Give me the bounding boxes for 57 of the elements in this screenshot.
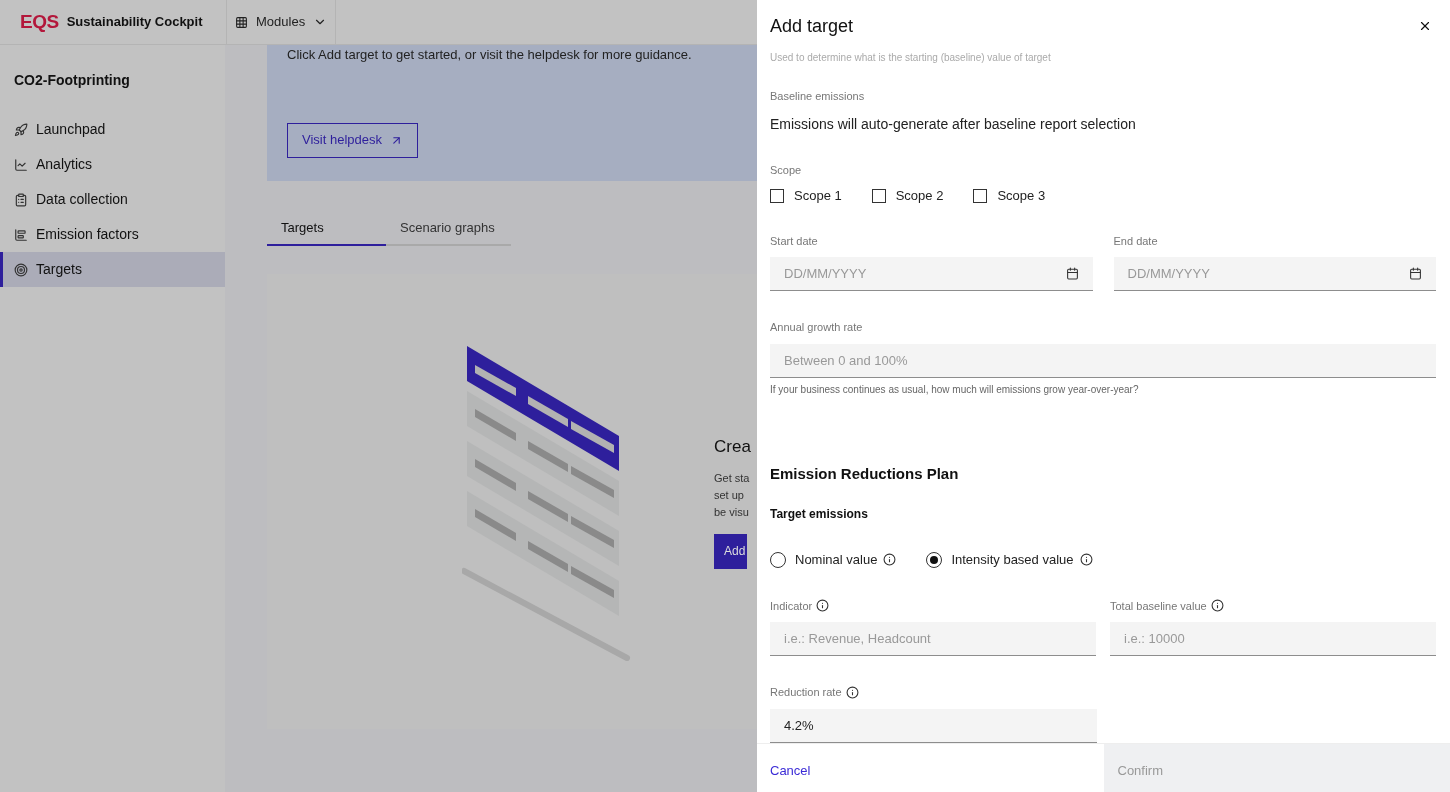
field-label: Annual growth rate: [770, 320, 863, 335]
subsection-title: Target emissions: [770, 506, 869, 523]
info-icon[interactable]: [1079, 553, 1093, 567]
calendar-icon[interactable]: [1065, 267, 1079, 280]
input-field[interactable]: Between 0 and 100%: [770, 343, 1436, 378]
empty-state-text: set up: [714, 487, 744, 503]
add-target-button[interactable]: Add: [714, 533, 748, 569]
radio-option[interactable]: Intensity based value: [926, 550, 1074, 570]
section-title: Emission Reductions Plan: [770, 463, 960, 484]
helper-text: Used to determine what is the starting (baseline) value of target: [770, 52, 1052, 64]
info-icon[interactable]: [883, 553, 897, 567]
dialog-title: Add target: [770, 14, 854, 38]
input-field[interactable]: 4.2%: [770, 708, 1097, 743]
field-label: Reduction rate: [770, 685, 842, 700]
tab[interactable]: Targets: [267, 211, 386, 246]
modules-menu[interactable]: Modules: [226, 0, 337, 44]
field-label: Start date: [770, 233, 818, 249]
field-label: Scope: [770, 162, 803, 178]
sidebar-item[interactable]: Analytics: [0, 147, 225, 182]
target-icon: [14, 262, 28, 277]
sidebar-item[interactable]: Targets: [0, 252, 225, 287]
baseline-text: Emissions will auto-generate after baseline report selection: [770, 114, 1137, 134]
field-label: Total baseline value: [1110, 598, 1207, 614]
grid-icon: [235, 15, 248, 29]
scope-checkbox[interactable]: Scope 2: [871, 186, 944, 206]
field-label: End date: [1113, 233, 1158, 249]
field-label: Baseline emissions: [770, 89, 866, 104]
info-icon[interactable]: [816, 599, 830, 613]
info-icon[interactable]: [1210, 599, 1224, 613]
sidebar-item[interactable]: Emission factors: [0, 217, 225, 252]
input-field[interactable]: i.e.: Revenue, Headcount: [770, 622, 1096, 656]
sidebar-item[interactable]: Data collection: [0, 182, 225, 217]
date-field[interactable]: DD/MM/YYYY: [770, 257, 1093, 291]
date-field[interactable]: DD/MM/YYYY: [1113, 257, 1436, 291]
input-field[interactable]: i.e.: 10000: [1110, 622, 1436, 656]
tab[interactable]: Scenario graphs: [386, 211, 511, 246]
field-label: Indicator: [770, 598, 813, 614]
close-button[interactable]: [1418, 19, 1432, 33]
rocket-icon: [14, 122, 28, 137]
banner-text: Click Add target to get started, or visit the helpdesk for more guidance.: [287, 46, 693, 64]
sidebar-item[interactable]: Launchpad: [0, 112, 225, 147]
empty-state-title: Crea: [714, 436, 751, 458]
scope-checkbox[interactable]: Scope 3: [973, 186, 1046, 206]
empty-state-text: be visu: [714, 504, 749, 520]
line-chart-icon: [14, 157, 28, 172]
helpdesk-button[interactable]: Visit helpdesk: [287, 122, 418, 158]
bar-chart-icon: [14, 227, 28, 242]
sidebar-title: CO2-Footprinting: [13, 71, 131, 90]
scope-checkbox[interactable]: Scope 1: [770, 186, 842, 206]
calendar-icon[interactable]: [1409, 267, 1422, 280]
brand-name: Sustainability Cockpit: [66, 13, 203, 32]
radio-option[interactable]: Nominal value: [770, 550, 878, 570]
info-icon[interactable]: [845, 685, 859, 699]
empty-state-text: Get sta: [714, 470, 750, 486]
clipboard-icon: [14, 192, 28, 207]
logo[interactable]: EQS: [20, 7, 59, 37]
helper-text: If your business continues as usual, how much will emissions grow year-over-year?: [770, 382, 1140, 397]
